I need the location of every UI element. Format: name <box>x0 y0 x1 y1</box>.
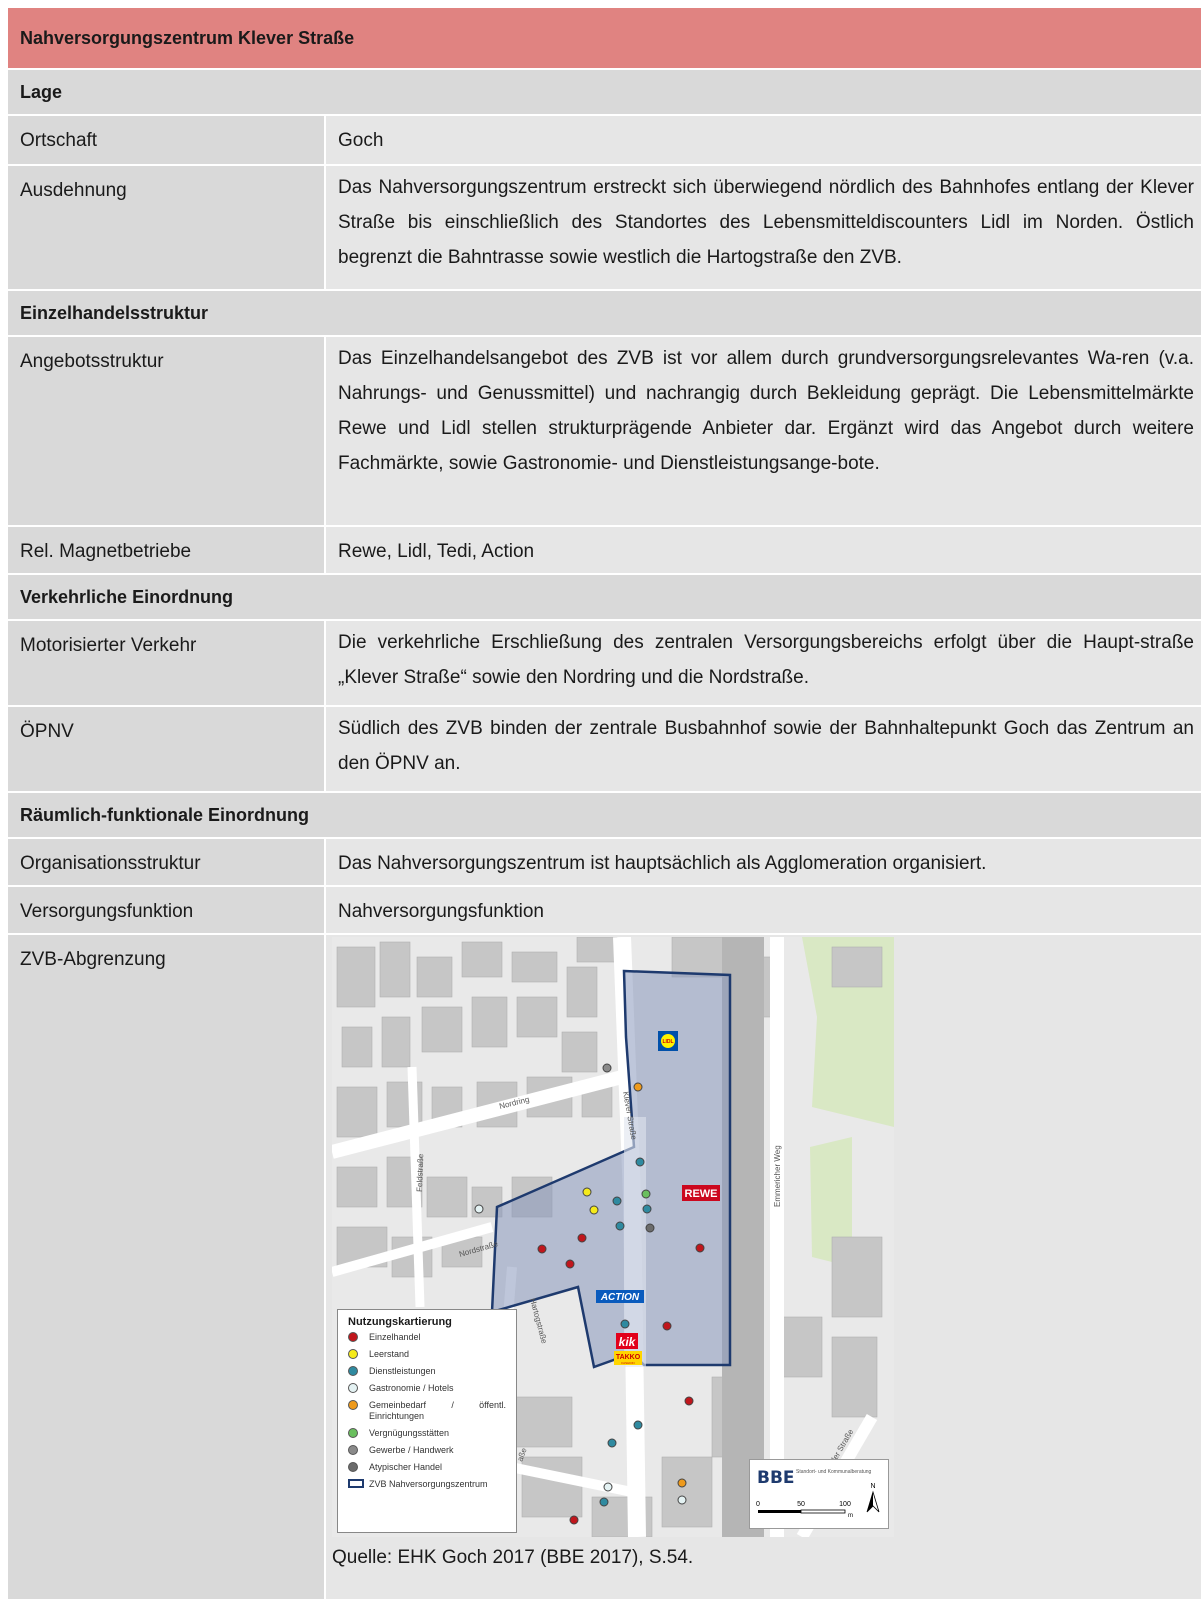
legend-item: Atypischer Handel <box>348 1462 506 1473</box>
gemeinbedarf-swatch <box>348 1400 358 1410</box>
table-row: Motorisierter Verkehr Die verkehrliche E… <box>8 621 1201 707</box>
row-label: Ausdehnung <box>8 166 326 289</box>
table-title: Nahversorgungszentrum Klever Straße <box>8 8 1201 70</box>
kik-logo: kik <box>616 1333 638 1349</box>
table-row: Rel. Magnetbetriebe Rewe, Lidl, Tedi, Ac… <box>8 527 1201 575</box>
row-value: Rewe, Lidl, Tedi, Action <box>326 527 1201 573</box>
svg-text:REWE: REWE <box>685 1188 718 1200</box>
table-row: Ausdehnung Das Nahversorgungszentrum ers… <box>8 166 1201 291</box>
legend-item: Leerstand <box>348 1349 506 1360</box>
scale-bar: 0 50 100 m N <box>756 1483 880 1519</box>
row-value: Goch <box>326 116 1201 164</box>
map-source: Quelle: EHK Goch 2017 (BBE 2017), S.54. <box>332 1547 694 1568</box>
legend-item: Gastronomie / Hotels <box>348 1383 506 1394</box>
row-label: Angebotsstruktur <box>8 337 326 525</box>
zvb-map: Nordring Klever Straße Feldstraße Nordst… <box>330 936 894 1541</box>
legend-item: Gewerbe / Handwerk <box>348 1445 506 1456</box>
table-row: Versorgungsfunktion Nahversorgungsfunkti… <box>8 887 1201 935</box>
row-label: ZVB-Abgrenzung <box>8 935 326 1599</box>
leerstand-swatch <box>348 1349 358 1359</box>
rewe-logo: REWE <box>682 1185 720 1201</box>
lidl-logo: LIDL <box>658 1031 678 1051</box>
legend-item: Dienstleistungen <box>348 1366 506 1377</box>
section-raeumlich: Räumlich-funktionale Einordnung <box>8 793 1201 839</box>
row-label: Ortschaft <box>8 116 326 164</box>
svg-text:FASHION: FASHION <box>621 1361 634 1365</box>
einzelhandel-swatch <box>348 1332 358 1342</box>
row-label: ÖPNV <box>8 707 326 791</box>
scale-box: BBE Standort- und Kommunalberatung 0 50 … <box>749 1459 889 1529</box>
vergnuegung-swatch <box>348 1428 358 1438</box>
street-label-emmericher: Emmericher Weg <box>773 1145 782 1207</box>
row-value: Nahversorgungsfunktion <box>326 887 1201 933</box>
legend-item: ZVB Nahversorgungszentrum <box>348 1479 506 1490</box>
legend-item: Einzelhandel <box>348 1332 506 1343</box>
svg-text:ACTION: ACTION <box>600 1292 640 1303</box>
row-value: Das Nahversorgungszentrum erstreckt sich… <box>326 166 1201 289</box>
row-value: Südlich des ZVB binden der zentrale Busb… <box>326 707 1201 791</box>
section-lage: Lage <box>8 70 1201 116</box>
row-label: Rel. Magnetbetriebe <box>8 527 326 573</box>
klever-street <box>624 1117 646 1367</box>
section-einzelhandel: Einzelhandelsstruktur <box>8 291 1201 337</box>
dienstleistungen-swatch <box>348 1366 358 1376</box>
table-row: ZVB-Abgrenzung Nordring Klever Straße Fe… <box>8 935 1201 1601</box>
boundary-swatch <box>348 1479 364 1488</box>
action-logo: ACTION <box>596 1290 644 1303</box>
row-value: Die verkehrliche Erschließung des zentra… <box>326 621 1201 705</box>
table-row: Ortschaft Goch <box>8 116 1201 166</box>
gewerbe-swatch <box>348 1445 358 1455</box>
svg-text:kik: kik <box>619 1335 637 1349</box>
scale-tick: 0 <box>756 1501 760 1508</box>
zvb-profile-table: Nahversorgungszentrum Klever Straße Lage… <box>8 8 1201 1601</box>
north-label: N <box>870 1483 875 1490</box>
row-label: Motorisierter Verkehr <box>8 621 326 705</box>
row-value: Das Einzelhandelsangebot des ZVB ist vor… <box>326 337 1201 525</box>
table-row: ÖPNV Südlich des ZVB binden der zentrale… <box>8 707 1201 793</box>
gastronomie-swatch <box>348 1383 358 1393</box>
row-label: Organisationsstruktur <box>8 839 326 885</box>
takko-logo: TAKKO FASHION <box>614 1351 642 1365</box>
street-label-feldstrasse: Feldstraße <box>415 1153 425 1192</box>
table-row: Organisationsstruktur Das Nahversorgungs… <box>8 839 1201 887</box>
legend-title: Nutzungskartierung <box>348 1316 452 1328</box>
scale-tick: 50 <box>797 1501 805 1508</box>
svg-text:LIDL: LIDL <box>662 1039 673 1045</box>
row-label: Versorgungsfunktion <box>8 887 326 933</box>
map-legend: Nutzungskartierung Einzelhandel Leerstan… <box>337 1309 517 1533</box>
atypisch-swatch <box>348 1462 358 1472</box>
map-cell: Nordring Klever Straße Feldstraße Nordst… <box>326 935 1201 1599</box>
svg-text:TAKKO: TAKKO <box>616 1354 641 1361</box>
scale-unit: m <box>848 1513 853 1519</box>
legend-item: Vergnügungsstätten <box>348 1428 506 1439</box>
row-value: Das Nahversorgungszentrum ist hauptsächl… <box>326 839 1201 885</box>
scale-tick: 100 <box>839 1501 851 1508</box>
section-verkehr: Verkehrliche Einordnung <box>8 575 1201 621</box>
table-row: Angebotsstruktur Das Einzelhandelsangebo… <box>8 337 1201 527</box>
legend-item: Gemeinbedarf / öffentl. Einrichtungen <box>348 1400 506 1422</box>
